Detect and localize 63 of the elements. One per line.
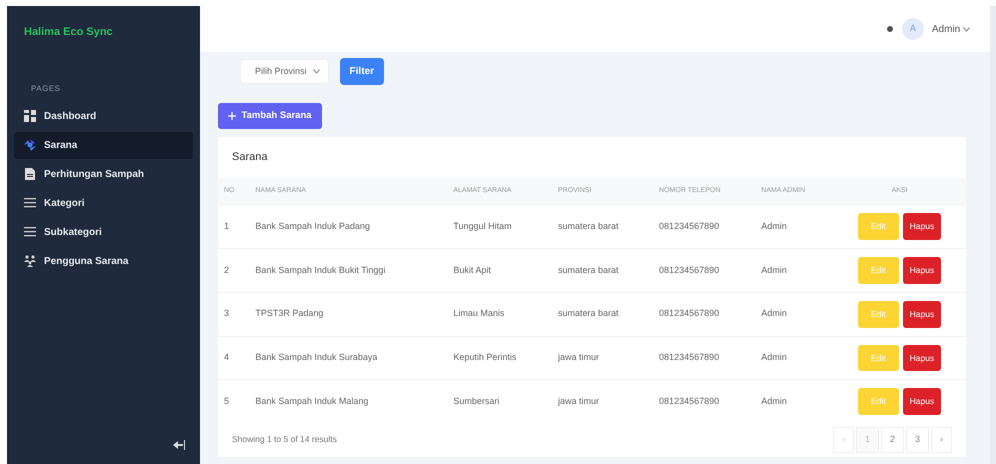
table-cell: 5 (218, 380, 250, 423)
table-cell: 081234567890 (653, 380, 756, 423)
users-icon (24, 255, 36, 267)
grid-icon (24, 110, 36, 122)
table-cell: Tunggul Hitam (447, 204, 552, 248)
table-cell: 081234567890 (653, 292, 756, 336)
delete-button[interactable]: Hapus (902, 388, 942, 415)
table-cell: Sumbersari (447, 380, 552, 423)
table-cell: 081234567890 (653, 248, 756, 292)
table-cell: Bank Sampah Induk Padang (249, 204, 448, 248)
table-cell: 3 (218, 292, 250, 336)
table-cell: sumatera barat (552, 204, 654, 248)
sidebar-item[interactable]: Sarana (14, 132, 193, 158)
card-title: Sarana (231, 150, 268, 166)
table-cell: Bukit Apit (447, 248, 552, 292)
next-page-button[interactable]: › (931, 427, 952, 452)
table-cell: 081234567890 (653, 336, 756, 380)
section-label: PAGES (31, 82, 62, 94)
table-cell: jawa timur (552, 380, 654, 423)
table-cell: 2 (218, 248, 250, 292)
table-cell: Bank Sampah Induk Surabaya (249, 336, 448, 380)
page-button[interactable]: 2 (880, 427, 904, 452)
brand-name: Halima Eco Sync (23, 25, 114, 40)
user-menu[interactable]: Admin (932, 22, 970, 36)
sidebar-item[interactable]: Pengguna Sarana (14, 248, 193, 274)
sidebar-item[interactable]: Perhitungan Sampah (14, 160, 193, 188)
table-cell: Admin (755, 380, 834, 423)
table-cell: Admin (755, 248, 834, 292)
table-cell: Bank Sampah Induk Bukit Tinggi (249, 248, 448, 292)
chevron-down-icon (963, 26, 970, 32)
results-summary: Showing 1 to 5 of 14 results (232, 433, 337, 446)
table-cell: 1 (218, 204, 250, 248)
delete-button[interactable]: Hapus (902, 300, 942, 328)
table-cell: Admin (755, 336, 834, 380)
theme-toggle-icon[interactable] (886, 25, 894, 33)
table-cell: Admin (755, 292, 834, 336)
table-cell: 081234567890 (653, 204, 756, 248)
sidebar-item[interactable]: Subkategori (14, 218, 193, 246)
document-icon (24, 168, 36, 180)
table-cell: sumatera barat (552, 248, 654, 292)
table-cell: Limau Manis (447, 292, 552, 336)
add-button[interactable]: Tambah Sarana (218, 103, 322, 130)
table-cell: jawa timur (552, 336, 654, 380)
table-cell: Admin (755, 204, 834, 248)
sidebar-item[interactable]: Kategori (14, 190, 193, 216)
page-button[interactable]: 3 (906, 427, 929, 452)
plus-icon (228, 112, 236, 120)
delete-button[interactable]: Hapus (902, 213, 942, 240)
table-cell: sumatera barat (552, 292, 654, 336)
list-icon (24, 226, 36, 238)
list-icon (24, 197, 36, 209)
delete-button[interactable]: Hapus (902, 257, 942, 284)
table-cell: 4 (218, 336, 250, 380)
table-cell: Bank Sampah Induk Malang (249, 380, 448, 423)
table-cell: TPST3R Padang (249, 292, 448, 336)
delete-button[interactable]: Hapus (902, 344, 942, 372)
filter-button[interactable]: Filter (340, 58, 384, 85)
collapse-icon[interactable] (173, 440, 185, 450)
sidebar-item[interactable]: Dashboard (14, 102, 193, 130)
chevron-down-icon (312, 69, 320, 74)
province-select[interactable]: Pilih Provinsi (240, 58, 329, 84)
table-cell: Keputih Perintis (447, 336, 552, 380)
recycle-icon (24, 139, 36, 151)
